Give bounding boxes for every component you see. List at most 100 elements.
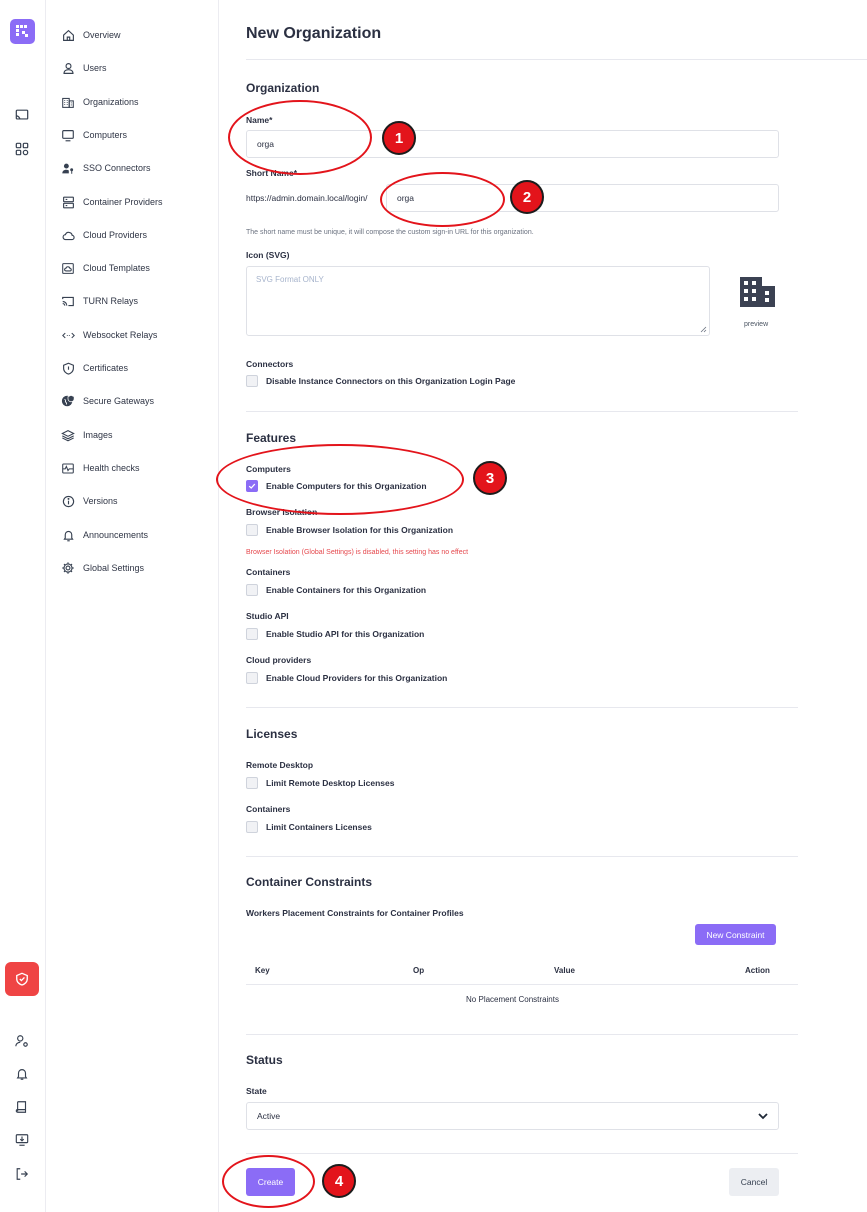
sidebar-item-container-providers[interactable]: Container Providers (60, 191, 163, 213)
admin-shield-button[interactable] (5, 962, 39, 996)
containers-checkbox-row[interactable]: Enable Containers for this Organization (246, 583, 426, 597)
state-select[interactable]: Active (246, 1102, 779, 1130)
studio-api-checkbox[interactable] (246, 628, 258, 640)
download-monitor-icon[interactable] (11, 1129, 33, 1151)
cloud-icon (60, 227, 76, 243)
containers-licenses-checkbox-row[interactable]: Limit Containers Licenses (246, 820, 372, 834)
sidebar-item-cloud-providers[interactable]: Cloud Providers (60, 224, 147, 246)
sidebar-item-overview[interactable]: Overview (60, 24, 121, 46)
sidebar-item-label: Computers (83, 130, 128, 140)
containers-checkbox[interactable] (246, 584, 258, 596)
constraints-subtitle: Workers Placement Constraints for Contai… (246, 908, 464, 918)
server-icon (60, 194, 76, 210)
constraints-section-title: Container Constraints (246, 875, 373, 889)
studio-api-label: Studio API (246, 611, 289, 621)
connectors-label: Connectors (246, 359, 294, 369)
organization-section-title: Organization (246, 81, 320, 95)
remote-desktop-checkbox[interactable] (246, 777, 258, 789)
sidebar-item-users[interactable]: Users (60, 57, 107, 79)
page-title: New Organization (246, 25, 382, 42)
containers-licenses-checkbox[interactable] (246, 821, 258, 833)
sidebar-item-announcements[interactable]: Announcements (60, 524, 148, 546)
annotation-badge-3: 3 (473, 461, 507, 495)
icon-svg-label: Icon (SVG) (246, 250, 290, 260)
sidebar-item-global-settings[interactable]: Global Settings (60, 557, 144, 579)
sidebar-item-label: Global Settings (83, 563, 145, 573)
info-icon (60, 493, 76, 509)
studio-api-checkbox-row[interactable]: Enable Studio API for this Organization (246, 627, 424, 641)
certificate-shield-icon (60, 360, 76, 376)
sidebar-item-versions[interactable]: Versions (60, 490, 118, 512)
sidebar-item-certificates[interactable]: Certificates (60, 357, 128, 379)
resize-handle-icon[interactable] (700, 326, 707, 333)
divider (246, 856, 798, 857)
bell-icon[interactable] (11, 1063, 33, 1085)
browser-isolation-checkbox-row[interactable]: Enable Browser Isolation for this Organi… (246, 523, 453, 537)
state-select-value: Active (257, 1111, 281, 1121)
sidebar-item-label: Cloud Templates (83, 263, 150, 273)
empty-table-message: No Placement Constraints (466, 995, 559, 1004)
connectors-checkbox[interactable] (246, 375, 258, 387)
sidebar-item-label: Websocket Relays (83, 330, 158, 340)
column-header-action[interactable]: Action (745, 966, 770, 975)
icon-rail (0, 0, 46, 1212)
cast-icon (60, 293, 76, 309)
cloud-providers-checkbox[interactable] (246, 672, 258, 684)
building-preview-icon (739, 276, 776, 313)
cast-icon[interactable] (11, 104, 33, 126)
sidebar-item-label: Announcements (83, 530, 149, 540)
sidebar-item-label: Users (83, 63, 107, 73)
bell-icon (60, 527, 76, 543)
cancel-button[interactable]: Cancel (729, 1168, 779, 1196)
sidebar-item-websocket-relays[interactable]: Websocket Relays (60, 324, 157, 346)
sidebar-item-images[interactable]: Images (60, 424, 113, 446)
preview-label: preview (744, 321, 769, 328)
sidebar-item-label: Organizations (83, 97, 139, 107)
globe-shield-icon (60, 393, 76, 409)
features-section-title: Features (246, 431, 297, 445)
remote-desktop-checkbox-label: Limit Remote Desktop Licenses (266, 778, 395, 788)
connectors-checkbox-row[interactable]: Disable Instance Connectors on this Orga… (246, 374, 515, 388)
licenses-section-title: Licenses (246, 727, 298, 741)
icon-svg-placeholder: SVG Format ONLY (256, 275, 324, 284)
sidebar-item-sso-connectors[interactable]: SSO Connectors (60, 157, 151, 179)
sidebar-item-health-checks[interactable]: Health checks (60, 457, 140, 479)
column-header-value[interactable]: Value (554, 966, 575, 975)
browser-isolation-warning: Browser Isolation (Global Settings) is d… (246, 549, 469, 556)
sidebar-item-turn-relays[interactable]: TURN Relays (60, 290, 138, 312)
new-constraint-button[interactable]: New Constraint (695, 924, 776, 945)
browser-isolation-checkbox-label: Enable Browser Isolation for this Organi… (266, 525, 454, 535)
column-header-op[interactable]: Op (413, 966, 424, 975)
sidebar-item-label: Overview (83, 30, 121, 40)
remote-desktop-checkbox-row[interactable]: Limit Remote Desktop Licenses (246, 776, 394, 790)
sidebar-item-computers[interactable]: Computers (60, 124, 127, 146)
building-icon (60, 94, 76, 110)
annotation-badge-2: 2 (510, 180, 544, 214)
connectors-checkbox-label: Disable Instance Connectors on this Orga… (266, 376, 516, 386)
sidebar-item-label: Secure Gateways (83, 396, 155, 406)
book-icon[interactable] (11, 1096, 33, 1118)
user-settings-icon[interactable] (11, 1030, 33, 1052)
heartbeat-icon (60, 460, 76, 476)
code-arrows-icon (60, 327, 76, 343)
monitor-icon (60, 127, 76, 143)
logout-icon[interactable] (11, 1163, 33, 1185)
sidebar-item-label: Versions (83, 496, 118, 506)
annotation-ring-1 (228, 100, 372, 175)
cloud-providers-label: Cloud providers (246, 655, 312, 665)
sidebar-item-cloud-templates[interactable]: Cloud Templates (60, 257, 150, 279)
annotation-badge-1: 1 (382, 121, 416, 155)
containers-checkbox-label: Enable Containers for this Organization (266, 585, 427, 595)
browser-isolation-checkbox[interactable] (246, 524, 258, 536)
remote-desktop-label: Remote Desktop (246, 760, 314, 770)
apps-grid-icon[interactable] (11, 138, 33, 160)
state-label: State (246, 1086, 267, 1096)
icon-svg-textarea[interactable]: SVG Format ONLY (246, 266, 710, 336)
sidebar-item-secure-gateways[interactable]: Secure Gateways (60, 390, 154, 412)
divider (246, 1153, 798, 1154)
app-logo-icon[interactable] (10, 19, 35, 44)
sidebar-item-label: Images (83, 430, 113, 440)
sidebar-item-organizations[interactable]: Organizations (60, 91, 139, 113)
column-header-key[interactable]: Key (255, 966, 270, 975)
cloud-providers-checkbox-row[interactable]: Enable Cloud Providers for this Organiza… (246, 671, 447, 685)
